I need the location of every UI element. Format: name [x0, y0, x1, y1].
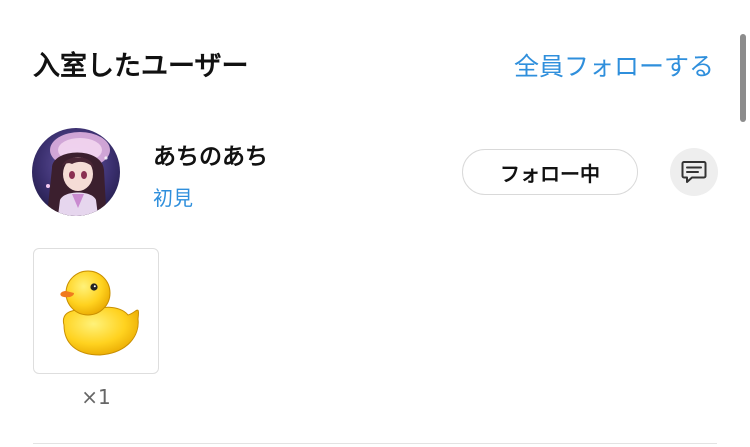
follow-all-link[interactable]: 全員フォローする [514, 47, 714, 83]
following-button[interactable]: フォロー中 [462, 149, 638, 195]
rubber-duck-icon [60, 270, 139, 356]
section-title: 入室したユーザー [33, 51, 249, 82]
avatar[interactable] [32, 128, 120, 216]
user-avatar-image [32, 128, 120, 216]
gift-count: ×1 [81, 385, 111, 409]
gift-item[interactable] [33, 248, 159, 374]
user-status-label: 初見 [153, 186, 193, 210]
entered-users-panel: 入室したユーザー 全員フォローする あちのあち 初見 フォロー中 ×1 [0, 0, 750, 447]
user-name[interactable]: あちのあち [153, 137, 268, 171]
chat-bubble-icon [681, 161, 707, 183]
scrollbar[interactable] [740, 34, 746, 122]
divider [33, 443, 717, 444]
following-button-label: フォロー中 [500, 161, 600, 186]
message-button[interactable] [670, 148, 718, 196]
